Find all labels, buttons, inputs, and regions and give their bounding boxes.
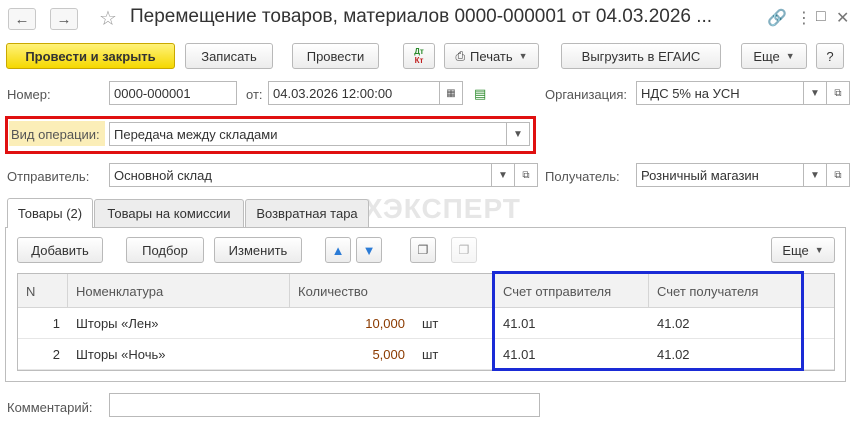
chevron-down-icon: ▼ bbox=[785, 51, 795, 61]
org-field[interactable]: НДС 5% на УСН bbox=[636, 81, 804, 105]
export-egais-button[interactable]: Выгрузить в ЕГАИС bbox=[561, 43, 721, 69]
row-nomenclature: Шторы «Лен» bbox=[76, 316, 159, 331]
print-label: Печать bbox=[470, 48, 513, 64]
arrow-left-icon: ← bbox=[14, 10, 30, 28]
arrow-right-icon: → bbox=[56, 10, 72, 28]
row-quantity: 5,000 bbox=[372, 347, 405, 362]
open-link-icon[interactable]: ⧉ bbox=[826, 81, 850, 105]
printer-icon: ⎙ bbox=[455, 48, 466, 63]
row-unit: шт bbox=[422, 347, 439, 362]
forward-button[interactable]: → bbox=[50, 8, 78, 30]
chevron-down-icon: ▼ bbox=[814, 245, 824, 255]
number-label: Номер: bbox=[7, 87, 51, 102]
copy-row-button[interactable]: ❐ bbox=[410, 237, 436, 263]
accounts-highlight-box bbox=[492, 271, 804, 371]
tab-returnable-packaging[interactable]: Возвратная тара bbox=[245, 199, 369, 227]
more-label: Еще bbox=[753, 48, 780, 64]
operation-highlight-box bbox=[5, 116, 536, 154]
date-field[interactable]: 04.03.2026 12:00:00 bbox=[268, 81, 440, 105]
post-button[interactable]: Провести bbox=[292, 43, 379, 69]
row-number: 1 bbox=[52, 316, 60, 331]
sender-field[interactable]: Основной склад bbox=[109, 163, 492, 187]
document-check-icon[interactable]: ▤ bbox=[474, 86, 486, 102]
print-button[interactable]: ⎙ Печать ▼ bbox=[444, 43, 539, 69]
open-link-icon[interactable]: ⧉ bbox=[514, 163, 538, 187]
more-button[interactable]: Еще ▼ bbox=[741, 43, 807, 69]
row-unit: шт bbox=[422, 316, 439, 331]
number-field[interactable]: 0000-000001 bbox=[109, 81, 237, 105]
arrow-down-icon: ▼ bbox=[362, 242, 376, 258]
chevron-down-icon[interactable]: ▼ bbox=[803, 163, 827, 187]
kt-label: Кт bbox=[414, 56, 424, 65]
row-nomenclature: Шторы «Ночь» bbox=[76, 347, 166, 362]
move-up-button[interactable]: ▲ bbox=[325, 237, 351, 263]
org-label: Организация: bbox=[545, 87, 628, 102]
window-title: Перемещение товаров, материалов 0000-000… bbox=[130, 6, 713, 27]
paste-icon: ❐ bbox=[458, 243, 470, 257]
table-more-button[interactable]: Еще ▼ bbox=[771, 237, 835, 263]
post-and-close-button[interactable]: Провести и закрыть bbox=[6, 43, 175, 69]
paste-row-button[interactable]: ❐ bbox=[451, 237, 477, 263]
copy-icon: ❐ bbox=[417, 243, 429, 257]
link-icon[interactable]: 🔗 bbox=[767, 8, 787, 28]
receiver-label: Получатель: bbox=[545, 169, 620, 184]
receiver-field[interactable]: Розничный магазин bbox=[636, 163, 804, 187]
chevron-down-icon[interactable]: ▼ bbox=[803, 81, 827, 105]
dt-label: Дт bbox=[414, 47, 424, 56]
chevron-down-icon[interactable]: ▼ bbox=[491, 163, 515, 187]
close-icon[interactable]: ✕ bbox=[836, 8, 849, 28]
column-header-quantity[interactable]: Количество bbox=[290, 274, 495, 308]
help-button[interactable]: ? bbox=[816, 43, 844, 69]
more-vertical-icon[interactable]: ⋮ bbox=[796, 8, 812, 28]
maximize-icon[interactable]: □ bbox=[816, 8, 826, 26]
add-button[interactable]: Добавить bbox=[17, 237, 103, 263]
back-button[interactable]: ← bbox=[8, 8, 36, 30]
table-more-label: Еще bbox=[782, 242, 809, 258]
column-header-n[interactable]: N bbox=[18, 274, 68, 308]
move-down-button[interactable]: ▼ bbox=[356, 237, 382, 263]
arrow-up-icon: ▲ bbox=[331, 242, 345, 258]
comment-field[interactable] bbox=[109, 393, 540, 417]
row-quantity: 10,000 bbox=[365, 316, 405, 331]
chevron-down-icon: ▼ bbox=[518, 51, 528, 61]
open-link-icon[interactable]: ⧉ bbox=[826, 163, 850, 187]
tab-goods[interactable]: Товары (2) bbox=[7, 198, 93, 228]
row-number: 2 bbox=[52, 347, 60, 362]
pick-button[interactable]: Подбор bbox=[126, 237, 204, 263]
tab-commission-goods[interactable]: Товары на комиссии bbox=[94, 199, 244, 227]
date-label: от: bbox=[246, 87, 263, 102]
dt-kt-button[interactable]: Дт Кт bbox=[403, 43, 435, 69]
column-header-nomenclature[interactable]: Номенклатура bbox=[68, 274, 290, 308]
sender-label: Отправитель: bbox=[7, 169, 90, 184]
save-button[interactable]: Записать bbox=[185, 43, 273, 69]
comment-label: Комментарий: bbox=[7, 400, 93, 415]
calendar-icon[interactable]: ▦ bbox=[439, 81, 463, 105]
favorite-star-icon[interactable]: ☆ bbox=[99, 6, 117, 31]
edit-button[interactable]: Изменить bbox=[214, 237, 302, 263]
